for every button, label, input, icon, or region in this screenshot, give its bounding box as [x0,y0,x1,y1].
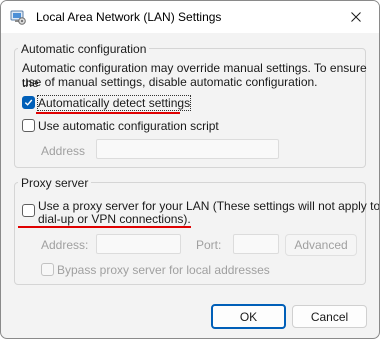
checkmark-icon [24,99,33,106]
cancel-button[interactable]: Cancel [292,305,367,328]
proxy-server-heading: Proxy server [18,176,92,190]
annotation-underline [36,112,180,114]
proxy-address-label: Address: [41,238,89,252]
use-proxy-label-line1[interactable]: Use a proxy server for your LAN (These s… [38,199,379,213]
bypass-local-label[interactable]: Bypass proxy server for local addresses [57,263,270,277]
script-address-input[interactable] [96,139,279,159]
ok-button[interactable]: OK [211,304,286,329]
use-proxy-checkbox[interactable] [22,204,35,217]
auto-detect-checkbox[interactable] [22,96,35,109]
network-settings-icon [10,9,26,25]
automatic-configuration-heading: Automatic configuration [18,42,150,56]
proxy-address-input[interactable] [96,234,181,254]
advanced-button[interactable]: Advanced [285,234,357,256]
lan-settings-dialog: Local Area Network (LAN) Settings Automa… [0,0,380,339]
proxy-port-label: Port: [196,238,222,252]
bypass-local-checkbox[interactable] [41,263,54,276]
use-proxy-label-line2[interactable]: dial-up or VPN connections). [38,212,191,226]
script-address-label: Address [41,144,86,158]
title-bar: Local Area Network (LAN) Settings [1,1,379,33]
proxy-port-input[interactable] [233,234,279,254]
close-icon[interactable] [333,1,379,33]
use-script-checkbox[interactable] [22,119,35,132]
annotation-underline [18,226,191,228]
use-script-label[interactable]: Use automatic configuration script [38,119,219,133]
automatic-description-line2: use of manual settings, disable automati… [22,75,318,89]
auto-detect-label[interactable]: Automatically detect settings [36,95,192,111]
window-title: Local Area Network (LAN) Settings [36,10,222,24]
